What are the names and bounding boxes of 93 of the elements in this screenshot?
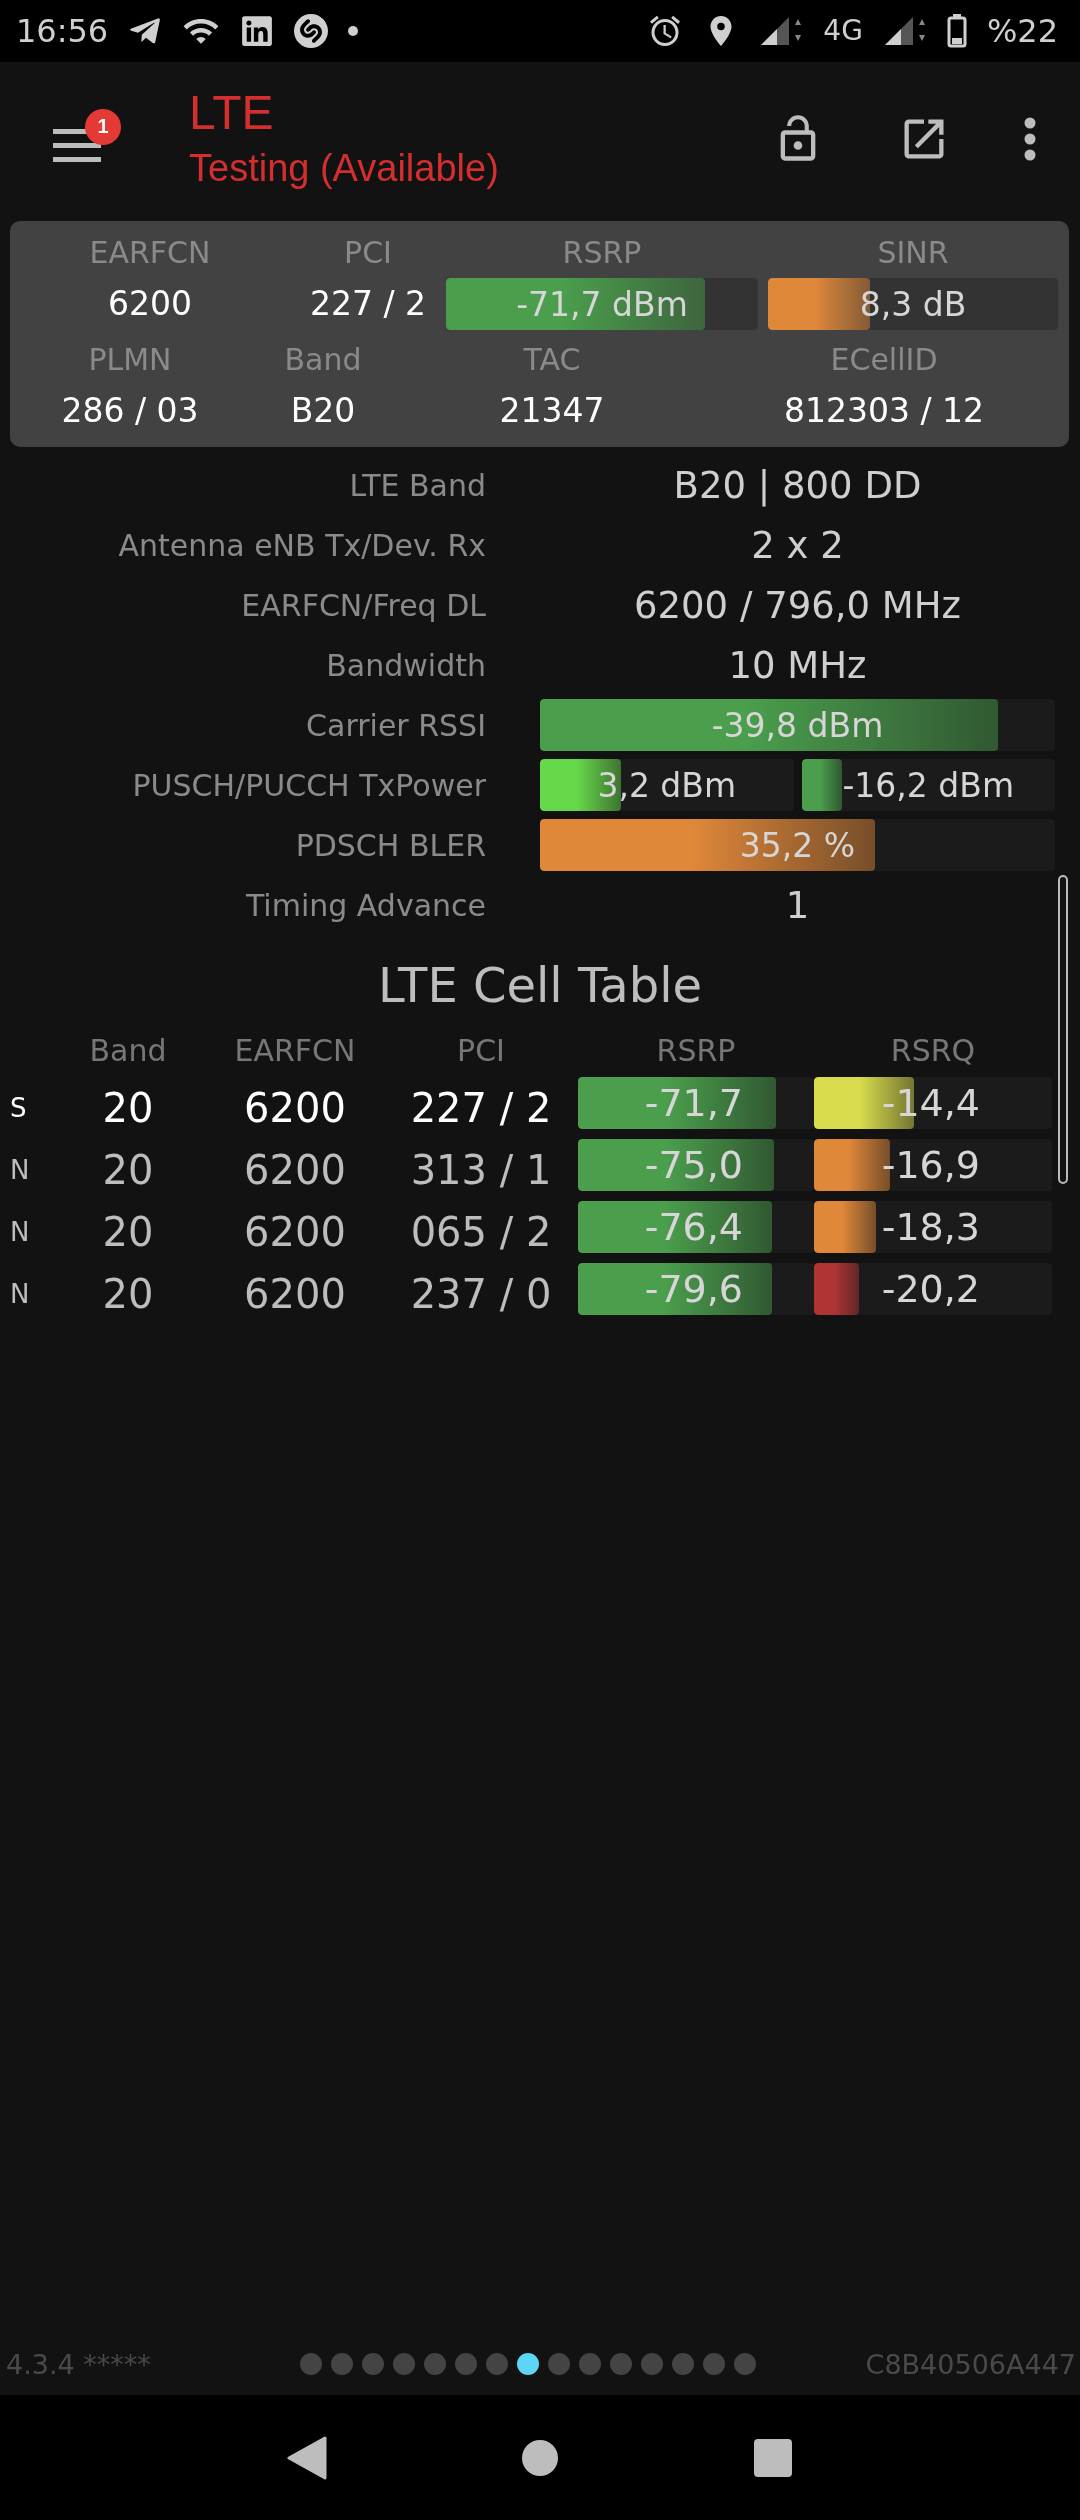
page-indicator-dot[interactable]: [455, 2353, 478, 2375]
summary-value: 6200: [108, 283, 192, 325]
table-cell-text: 6200: [243, 1208, 347, 1257]
table-cell-text: 065 / 2: [409, 1208, 553, 1257]
table-cell-text: 313 / 1: [409, 1146, 553, 1195]
cell-type: N: [10, 1154, 31, 1187]
page-indicator-dot[interactable]: [610, 2353, 633, 2375]
page-indicator-dot[interactable]: [331, 2353, 354, 2375]
summary-label: Band: [284, 342, 362, 377]
column-header: RSRP: [655, 1032, 737, 1070]
summary-label: TAC: [523, 342, 581, 377]
detail-value: 1: [784, 883, 811, 927]
detail-label: PUSCH/PUCCH TxPower: [131, 767, 486, 803]
bar-value: -76,4: [644, 1205, 744, 1249]
version-label: 4.3.4 *****: [6, 2348, 151, 2380]
column-header: PCI: [456, 1032, 506, 1070]
page-indicator-dot[interactable]: [517, 2353, 540, 2375]
detail-label: Antenna eNB Tx/Dev. Rx: [117, 527, 486, 563]
bar-value: -79,6: [644, 1267, 744, 1311]
table-cell-text: 20: [101, 1084, 155, 1133]
column-header: RSRQ: [889, 1032, 977, 1070]
bar-value: -71,7 dBm: [516, 284, 688, 324]
summary-value: 812303 / 12: [783, 390, 985, 432]
cell-type: N: [10, 1278, 31, 1311]
detail-label: Carrier RSSI: [305, 707, 486, 743]
page-indicator-dot[interactable]: [641, 2353, 664, 2375]
recents-button[interactable]: [753, 2437, 793, 2478]
bar-value: -71,7: [644, 1081, 744, 1125]
table-cell-text: 237 / 0: [409, 1270, 553, 1319]
bar-value: -75,0: [644, 1143, 744, 1187]
page-indicator-dot[interactable]: [362, 2353, 385, 2375]
section-title: LTE Cell Table: [376, 957, 704, 1013]
detail-label: PDSCH BLER: [294, 827, 486, 863]
page-indicator-dot[interactable]: [579, 2353, 602, 2375]
summary-label: EARFCN: [89, 235, 211, 270]
device-id: C8B40506A447: [865, 2348, 1076, 2380]
battery-level: %22: [986, 15, 1058, 47]
more-options-icon: [1024, 116, 1036, 161]
summary-label: RSRP: [562, 235, 642, 270]
page-indicator-dot[interactable]: [734, 2353, 757, 2375]
bar-value: -20,2: [881, 1267, 981, 1311]
table-cell-text: 20: [101, 1270, 155, 1319]
page-indicator-dot[interactable]: [393, 2353, 416, 2375]
detail-value: 6200 / 796,0 MHz: [633, 583, 962, 627]
page-indicator-dot[interactable]: [424, 2353, 447, 2375]
page-indicator-dot[interactable]: [300, 2353, 323, 2375]
app-title: LTE: [189, 87, 275, 140]
detail-label: Timing Advance: [244, 887, 486, 923]
table-cell-text: 20: [101, 1208, 155, 1257]
table-cell-text: 6200: [243, 1146, 347, 1195]
page-indicator-dot[interactable]: [548, 2353, 571, 2375]
summary-value: B20: [290, 390, 356, 432]
notification-badge: 1: [85, 108, 121, 145]
page-indicator-dot[interactable]: [672, 2353, 695, 2375]
column-header: EARFCN: [233, 1032, 357, 1070]
back-button[interactable]: [287, 2435, 327, 2480]
home-button[interactable]: [521, 2438, 559, 2477]
cell-type: S: [10, 1092, 28, 1125]
summary-value: 286 / 03: [61, 390, 199, 432]
column-header: Band: [88, 1032, 168, 1070]
bar-value: -39,8 dBm: [711, 705, 884, 745]
detail-value: B20 | 800 DD: [672, 463, 923, 507]
summary-value: 21347: [499, 390, 605, 432]
menu-button[interactable]: 1: [45, 106, 123, 171]
summary-label: ECellID: [830, 342, 938, 377]
table-cell-text: 20: [101, 1146, 155, 1195]
summary-label: PLMN: [88, 342, 172, 377]
table-cell-text: 6200: [243, 1270, 347, 1319]
table-cell-text: 6200: [243, 1084, 347, 1133]
detail-value: 2 x 2: [750, 523, 845, 567]
detail-label: Bandwidth: [325, 647, 486, 683]
page-indicator-dot[interactable]: [486, 2353, 509, 2375]
signal-icon: [759, 15, 804, 47]
detail-label: EARFCN/Freq DL: [240, 587, 486, 623]
summary-label: PCI: [344, 235, 392, 270]
summary-label: SINR: [877, 235, 949, 270]
page-indicator-dot[interactable]: [703, 2353, 726, 2375]
detail-value: 10 MHz: [727, 643, 868, 687]
network-type: 4G: [823, 17, 863, 45]
shazam-icon: [294, 14, 329, 48]
detail-label: LTE Band: [348, 467, 486, 503]
status-time: 16:56: [16, 15, 109, 47]
scrollbar[interactable]: [1058, 875, 1068, 1184]
bar-value: -18,3: [881, 1205, 981, 1249]
cell-type: N: [10, 1216, 31, 1249]
notification-dot-icon: [348, 26, 359, 36]
table-cell-text: 227 / 2: [409, 1084, 553, 1133]
bar-value: 35,2 %: [739, 825, 856, 865]
battery-icon: [946, 14, 967, 48]
summary-value: 227 / 2: [309, 283, 427, 325]
linkedin-icon: [240, 14, 275, 48]
app-subtitle: Testing (Available): [189, 148, 500, 190]
bar-value: -16,2 dBm: [842, 765, 1015, 805]
